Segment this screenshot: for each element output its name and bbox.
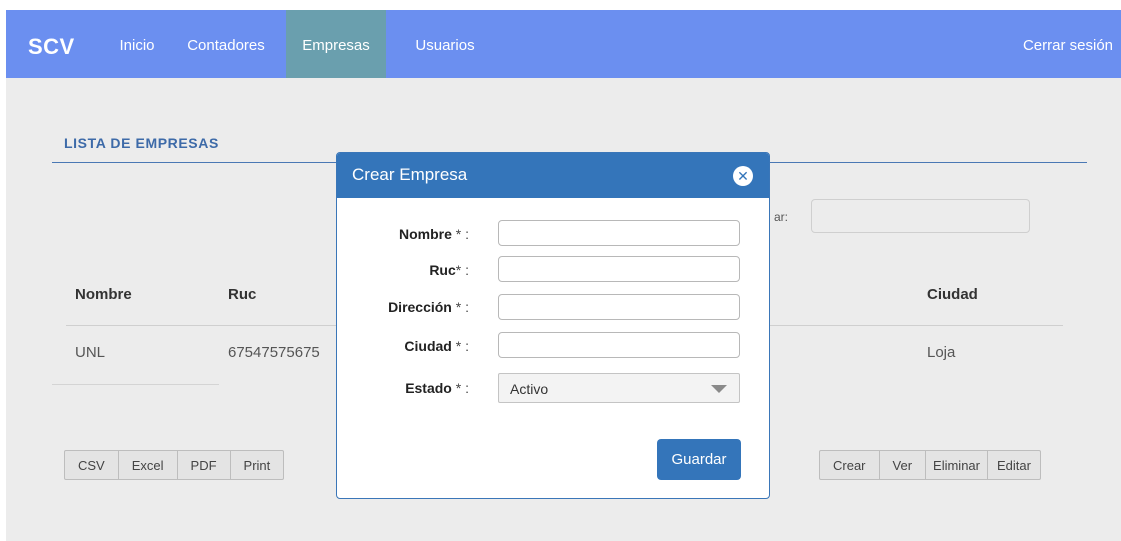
close-icon[interactable]: ✕ — [733, 166, 753, 186]
chevron-down-icon — [711, 385, 727, 393]
nav-contadores[interactable]: Contadores — [181, 10, 271, 78]
top-navbar: SCV Inicio Contadores Empresas Usuarios … — [6, 10, 1121, 78]
column-header-nombre[interactable]: Nombre — [75, 286, 132, 303]
nav-empresas[interactable]: Empresas — [286, 10, 386, 78]
modal-header: Crear Empresa ✕ — [337, 153, 769, 198]
pdf-button[interactable]: PDF — [177, 450, 231, 480]
ruc-input[interactable] — [498, 256, 740, 282]
csv-button[interactable]: CSV — [64, 450, 119, 480]
ver-button[interactable]: Ver — [879, 450, 927, 480]
modal-title: Crear Empresa — [352, 165, 468, 184]
ciudad-label: Ciudad * : — [404, 338, 469, 354]
editar-button[interactable]: Editar — [988, 450, 1041, 480]
search-input[interactable] — [811, 199, 1030, 233]
cell-ciudad[interactable]: Loja — [927, 344, 955, 361]
ruc-label: Ruc* : — [429, 262, 469, 278]
excel-button[interactable]: Excel — [118, 450, 178, 480]
column-header-ciudad[interactable]: Ciudad — [927, 286, 978, 303]
nombre-input[interactable] — [498, 220, 740, 246]
estado-label: Estado * : — [405, 380, 469, 396]
ciudad-input[interactable] — [498, 332, 740, 358]
column-header-ruc[interactable]: Ruc — [228, 286, 256, 303]
table-row-divider — [52, 384, 219, 385]
estado-selected-value: Activo — [510, 381, 549, 397]
nav-usuarios[interactable]: Usuarios — [411, 10, 479, 78]
crear-empresa-modal: Crear Empresa ✕ Nombre * : Ruc* : Direcc… — [336, 152, 770, 499]
direccion-input[interactable] — [498, 294, 740, 320]
crear-button[interactable]: Crear — [819, 450, 880, 480]
logout-link[interactable]: Cerrar sesión — [1023, 10, 1113, 78]
nav-inicio[interactable]: Inicio — [114, 10, 160, 78]
nombre-label: Nombre * : — [398, 226, 469, 242]
eliminar-button[interactable]: Eliminar — [926, 450, 988, 480]
brand-logo[interactable]: SCV — [28, 34, 75, 60]
guardar-button[interactable]: Guardar — [657, 439, 741, 480]
direccion-label: Dirección * : — [388, 299, 469, 315]
cell-ruc[interactable]: 67547575675 — [228, 344, 320, 361]
section-title: LISTA DE EMPRESAS — [64, 135, 219, 151]
search-label: ar: — [774, 210, 789, 224]
estado-select[interactable]: Activo — [498, 373, 740, 403]
cell-nombre[interactable]: UNL — [75, 344, 105, 361]
action-button-group: Crear Ver Eliminar Editar — [819, 450, 1041, 480]
print-button[interactable]: Print — [230, 450, 285, 480]
export-button-group: CSV Excel PDF Print — [64, 450, 285, 480]
